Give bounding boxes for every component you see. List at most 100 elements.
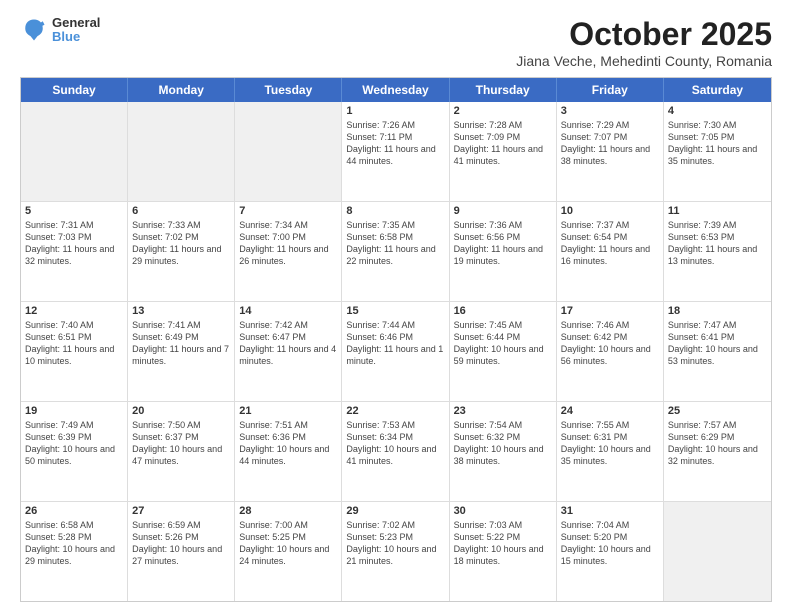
cell-info: Sunrise: 7:50 AM Sunset: 6:37 PM Dayligh… xyxy=(132,419,230,468)
cell-info: Sunrise: 7:42 AM Sunset: 6:47 PM Dayligh… xyxy=(239,319,337,368)
day-number: 3 xyxy=(561,105,659,117)
header: General Blue October 2025 Jiana Veche, M… xyxy=(20,16,772,69)
cal-cell-r4-c6 xyxy=(664,502,771,601)
day-header-wednesday: Wednesday xyxy=(342,78,449,102)
cell-info: Sunrise: 7:39 AM Sunset: 6:53 PM Dayligh… xyxy=(668,219,767,268)
cell-info: Sunrise: 7:26 AM Sunset: 7:11 PM Dayligh… xyxy=(346,119,444,168)
day-number: 28 xyxy=(239,505,337,517)
cell-info: Sunrise: 7:00 AM Sunset: 5:25 PM Dayligh… xyxy=(239,519,337,568)
cal-cell-r3-c1: 20 Sunrise: 7:50 AM Sunset: 6:37 PM Dayli… xyxy=(128,402,235,501)
cal-cell-r1-c0: 5Sunrise: 7:31 AM Sunset: 7:03 PM Daylig… xyxy=(21,202,128,301)
cell-info: Sunrise: 7:51 AM Sunset: 6:36 PM Dayligh… xyxy=(239,419,337,468)
day-header-friday: Friday xyxy=(557,78,664,102)
cal-cell-r3-c3: 22Sunrise: 7:53 AM Sunset: 6:34 PM Dayli… xyxy=(342,402,449,501)
cell-info: Sunrise: 7:34 AM Sunset: 7:00 PM Dayligh… xyxy=(239,219,337,268)
cell-info: Sunrise: 7:03 AM Sunset: 5:22 PM Dayligh… xyxy=(454,519,552,568)
cal-cell-r1-c4: 9Sunrise: 7:36 AM Sunset: 6:56 PM Daylig… xyxy=(450,202,557,301)
cell-info: Sunrise: 7:44 AM Sunset: 6:46 PM Dayligh… xyxy=(346,319,444,368)
cal-cell-r2-c5: 17 Sunrise: 7:46 AM Sunset: 6:42 PM Dayli… xyxy=(557,302,664,401)
cal-cell-r4-c0: 26 Sunrise: 6:58 AM Sunset: 5:28 PM Dayli… xyxy=(21,502,128,601)
cell-info: Sunrise: 7:45 AM Sunset: 6:44 PM Dayligh… xyxy=(454,319,552,368)
cell-info: Sunrise: 7:28 AM Sunset: 7:09 PM Dayligh… xyxy=(454,119,552,168)
cell-info: Sunrise: 7:40 AM Sunset: 6:51 PM Dayligh… xyxy=(25,319,123,368)
day-number: 13 xyxy=(132,305,230,317)
cal-cell-r3-c4: 23 Sunrise: 7:54 AM Sunset: 6:32 PM Dayli… xyxy=(450,402,557,501)
cal-cell-r1-c6: 11Sunrise: 7:39 AM Sunset: 6:53 PM Dayli… xyxy=(664,202,771,301)
cal-cell-r3-c2: 21 Sunrise: 7:51 AM Sunset: 6:36 PM Dayli… xyxy=(235,402,342,501)
cal-cell-r1-c1: 6 Sunrise: 7:33 AM Sunset: 7:02 PM Daylig… xyxy=(128,202,235,301)
cal-cell-r4-c2: 28 Sunrise: 7:00 AM Sunset: 5:25 PM Dayli… xyxy=(235,502,342,601)
cell-info: Sunrise: 7:33 AM Sunset: 7:02 PM Dayligh… xyxy=(132,219,230,268)
calendar-header: SundayMondayTuesdayWednesdayThursdayFrid… xyxy=(21,78,771,102)
logo-icon xyxy=(20,16,48,44)
month-title: October 2025 xyxy=(516,16,772,53)
day-number: 16 xyxy=(454,305,552,317)
cell-info: Sunrise: 7:47 AM Sunset: 6:41 PM Dayligh… xyxy=(668,319,767,368)
cell-info: Sunrise: 7:37 AM Sunset: 6:54 PM Dayligh… xyxy=(561,219,659,268)
day-number: 27 xyxy=(132,505,230,517)
cell-info: Sunrise: 7:54 AM Sunset: 6:32 PM Dayligh… xyxy=(454,419,552,468)
cal-cell-r4-c5: 31 Sunrise: 7:04 AM Sunset: 5:20 PM Dayli… xyxy=(557,502,664,601)
day-number: 1 xyxy=(346,105,444,117)
day-header-sunday: Sunday xyxy=(21,78,128,102)
day-number: 19 xyxy=(25,405,123,417)
cal-cell-r2-c0: 12 Sunrise: 7:40 AM Sunset: 6:51 PM Dayli… xyxy=(21,302,128,401)
calendar-row-4: 26 Sunrise: 6:58 AM Sunset: 5:28 PM Dayli… xyxy=(21,501,771,601)
cell-info: Sunrise: 7:29 AM Sunset: 7:07 PM Dayligh… xyxy=(561,119,659,168)
day-number: 18 xyxy=(668,305,767,317)
day-number: 26 xyxy=(25,505,123,517)
day-number: 22 xyxy=(346,405,444,417)
cal-cell-r4-c1: 27Sunrise: 6:59 AM Sunset: 5:26 PM Dayli… xyxy=(128,502,235,601)
cell-info: Sunrise: 7:49 AM Sunset: 6:39 PM Dayligh… xyxy=(25,419,123,468)
cal-cell-r0-c1 xyxy=(128,102,235,201)
calendar-row-0: 1 Sunrise: 7:26 AM Sunset: 7:11 PM Daylig… xyxy=(21,102,771,201)
cal-cell-r0-c3: 1 Sunrise: 7:26 AM Sunset: 7:11 PM Daylig… xyxy=(342,102,449,201)
cell-info: Sunrise: 7:55 AM Sunset: 6:31 PM Dayligh… xyxy=(561,419,659,468)
cal-cell-r3-c5: 24Sunrise: 7:55 AM Sunset: 6:31 PM Dayli… xyxy=(557,402,664,501)
cell-info: Sunrise: 7:46 AM Sunset: 6:42 PM Dayligh… xyxy=(561,319,659,368)
cal-cell-r3-c6: 25Sunrise: 7:57 AM Sunset: 6:29 PM Dayli… xyxy=(664,402,771,501)
cal-cell-r4-c3: 29 Sunrise: 7:02 AM Sunset: 5:23 PM Dayli… xyxy=(342,502,449,601)
day-number: 23 xyxy=(454,405,552,417)
calendar-row-2: 12 Sunrise: 7:40 AM Sunset: 6:51 PM Dayli… xyxy=(21,301,771,401)
cell-info: Sunrise: 7:04 AM Sunset: 5:20 PM Dayligh… xyxy=(561,519,659,568)
calendar-row-1: 5Sunrise: 7:31 AM Sunset: 7:03 PM Daylig… xyxy=(21,201,771,301)
cal-cell-r4-c4: 30 Sunrise: 7:03 AM Sunset: 5:22 PM Dayli… xyxy=(450,502,557,601)
day-number: 7 xyxy=(239,205,337,217)
day-number: 20 xyxy=(132,405,230,417)
day-number: 31 xyxy=(561,505,659,517)
day-number: 25 xyxy=(668,405,767,417)
cal-cell-r2-c4: 16 Sunrise: 7:45 AM Sunset: 6:44 PM Dayli… xyxy=(450,302,557,401)
cal-cell-r1-c5: 10 Sunrise: 7:37 AM Sunset: 6:54 PM Dayli… xyxy=(557,202,664,301)
cal-cell-r1-c2: 7 Sunrise: 7:34 AM Sunset: 7:00 PM Daylig… xyxy=(235,202,342,301)
cal-cell-r0-c4: 2 Sunrise: 7:28 AM Sunset: 7:09 PM Daylig… xyxy=(450,102,557,201)
page: General Blue October 2025 Jiana Veche, M… xyxy=(0,0,792,612)
logo-text: General Blue xyxy=(52,16,100,45)
calendar-body: 1 Sunrise: 7:26 AM Sunset: 7:11 PM Daylig… xyxy=(21,102,771,601)
day-number: 29 xyxy=(346,505,444,517)
day-number: 10 xyxy=(561,205,659,217)
day-number: 15 xyxy=(346,305,444,317)
logo-blue-text: Blue xyxy=(52,30,100,44)
cal-cell-r0-c2 xyxy=(235,102,342,201)
cal-cell-r0-c5: 3 Sunrise: 7:29 AM Sunset: 7:07 PM Daylig… xyxy=(557,102,664,201)
cell-info: Sunrise: 7:41 AM Sunset: 6:49 PM Dayligh… xyxy=(132,319,230,368)
cell-info: Sunrise: 7:02 AM Sunset: 5:23 PM Dayligh… xyxy=(346,519,444,568)
cell-info: Sunrise: 7:35 AM Sunset: 6:58 PM Dayligh… xyxy=(346,219,444,268)
cal-cell-r2-c2: 14Sunrise: 7:42 AM Sunset: 6:47 PM Dayli… xyxy=(235,302,342,401)
cell-info: Sunrise: 6:58 AM Sunset: 5:28 PM Dayligh… xyxy=(25,519,123,568)
day-number: 2 xyxy=(454,105,552,117)
day-number: 4 xyxy=(668,105,767,117)
day-number: 6 xyxy=(132,205,230,217)
day-number: 17 xyxy=(561,305,659,317)
day-number: 12 xyxy=(25,305,123,317)
cal-cell-r0-c6: 4 Sunrise: 7:30 AM Sunset: 7:05 PM Daylig… xyxy=(664,102,771,201)
day-number: 5 xyxy=(25,205,123,217)
day-header-tuesday: Tuesday xyxy=(235,78,342,102)
title-block: October 2025 Jiana Veche, Mehedinti Coun… xyxy=(516,16,772,69)
logo-general-text: General xyxy=(52,16,100,30)
day-number: 21 xyxy=(239,405,337,417)
cell-info: Sunrise: 7:30 AM Sunset: 7:05 PM Dayligh… xyxy=(668,119,767,168)
day-header-thursday: Thursday xyxy=(450,78,557,102)
day-number: 30 xyxy=(454,505,552,517)
